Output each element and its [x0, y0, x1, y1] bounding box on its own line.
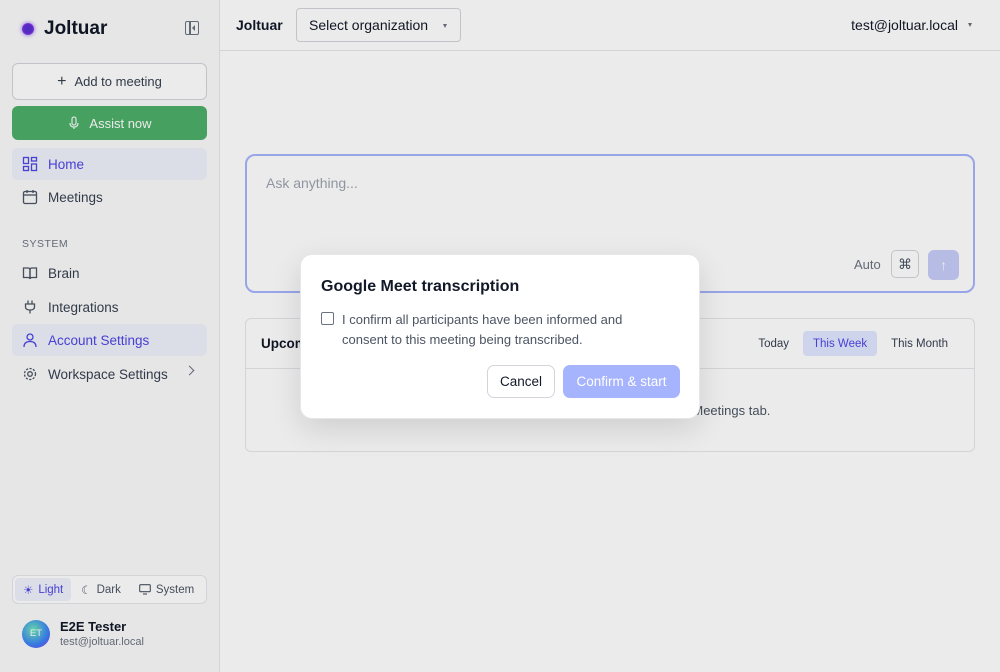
consent-checkbox[interactable] — [321, 312, 334, 325]
dialog-title: Google Meet transcription — [321, 278, 520, 295]
cancel-button[interactable]: Cancel — [487, 365, 555, 398]
confirm-start-button[interactable]: Confirm & start — [563, 365, 680, 398]
consent-label[interactable]: I confirm all participants have been inf… — [342, 310, 662, 350]
transcription-dialog: Google Meet transcription I confirm all … — [300, 254, 700, 419]
